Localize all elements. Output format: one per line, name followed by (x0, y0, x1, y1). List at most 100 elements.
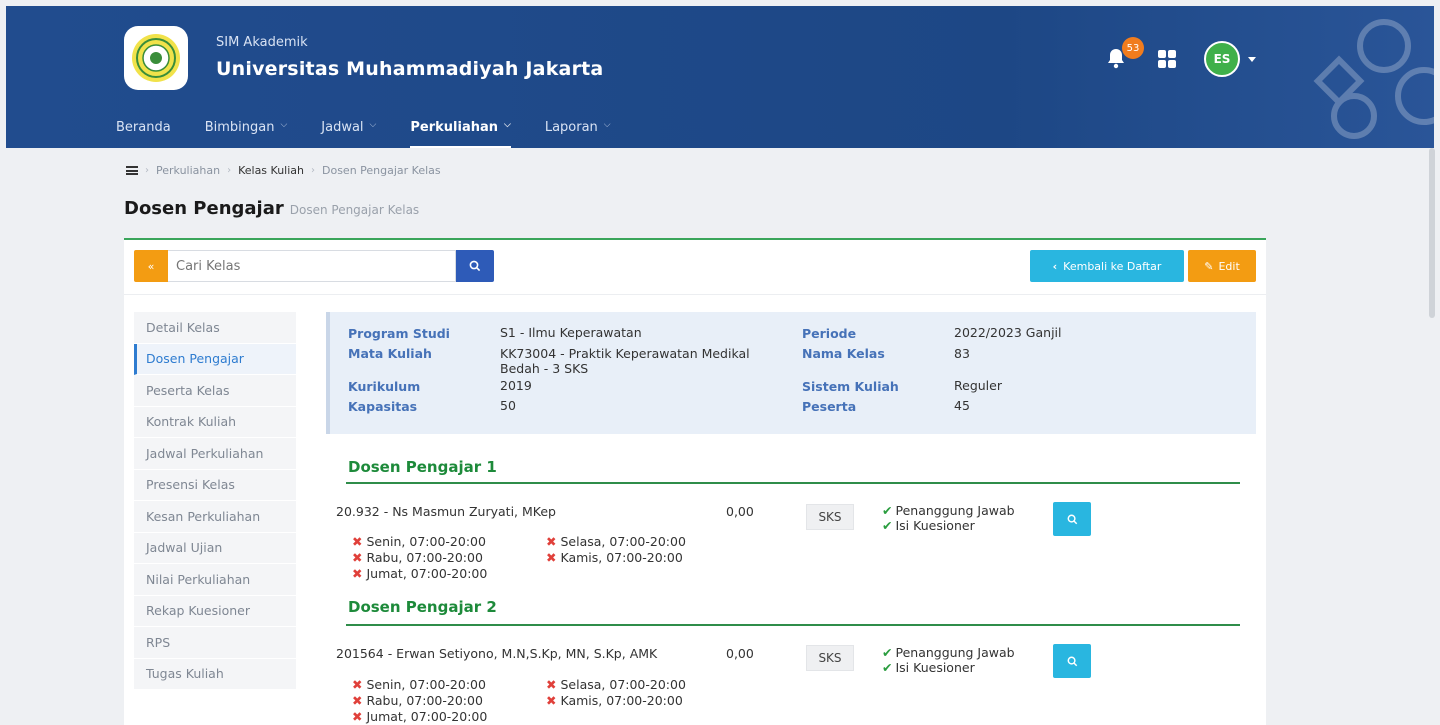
divider (124, 294, 1266, 295)
program-studi-value: S1 - Ilmu Keperawatan (500, 325, 642, 340)
lecturer-2-status: ✔ Penanggung Jawab ✔ Isi Kuesioner (882, 645, 1015, 675)
nama-kelas-label: Nama Kelas (802, 346, 885, 361)
search-icon (1067, 656, 1077, 666)
class-info-panel: Program Studi S1 - Ilmu Keperawatan Mata… (326, 312, 1256, 434)
sidemenu-kesan-perkuliahan[interactable]: Kesan Perkuliahan (134, 501, 296, 533)
search-button[interactable] (456, 250, 494, 282)
kapasitas-label: Kapasitas (348, 399, 418, 414)
chevron-down-icon: ⌵ (280, 120, 288, 130)
check-icon: ✔ (882, 645, 893, 660)
sidemenu-rekap-kuesioner[interactable]: Rekap Kuesioner (134, 595, 296, 627)
periode-value: 2022/2023 Ganjil (954, 325, 1062, 340)
search-icon (469, 260, 481, 272)
breadcrumb-separator: › (311, 165, 315, 176)
university-logo[interactable] (124, 26, 188, 90)
search-icon (1067, 514, 1077, 524)
mata-kuliah-value-line1: KK73004 - Praktik Keperawatan Medikal (500, 346, 750, 361)
cross-icon: ✖ (352, 709, 363, 724)
cross-icon: ✖ (546, 550, 557, 565)
hamburger-menu-icon[interactable] (126, 166, 138, 175)
chevron-down-icon: ⌵ (603, 120, 611, 130)
back-to-list-button[interactable]: ‹ Kembali ke Daftar (1030, 250, 1184, 282)
peserta-label: Peserta (802, 399, 857, 414)
lecturer-1-name: 20.932 - Ns Masmun Zuryati, MKep (336, 504, 556, 519)
nav-bimbingan[interactable]: Bimbingan ⌵ (205, 110, 288, 148)
chevron-down-icon: ⌵ (369, 120, 377, 130)
decorative-pattern (1313, 19, 1434, 139)
sidemenu-jadwal-ujian[interactable]: Jadwal Ujian (134, 532, 296, 564)
mata-kuliah-value-line2: Bedah - 3 SKS (500, 361, 589, 376)
kurikulum-value: 2019 (500, 378, 532, 393)
sidemenu-kontrak-kuliah[interactable]: Kontrak Kuliah (134, 406, 296, 438)
pencil-icon: ✎ (1204, 259, 1214, 273)
breadcrumb-separator: › (227, 165, 232, 176)
sidemenu-peserta-kelas[interactable]: Peserta Kelas (134, 375, 296, 407)
lecturer-1-divider (346, 482, 1240, 484)
lecturer-2-heading: Dosen Pengajar 2 (348, 598, 497, 616)
edit-button[interactable]: ✎ Edit (1188, 250, 1256, 282)
nav-laporan[interactable]: Laporan ⌵ (545, 110, 611, 148)
kurikulum-label: Kurikulum (348, 379, 421, 394)
lecturer-1-schedule-jumat: ✖ Jumat, 07:00-20:00 (352, 566, 488, 581)
lecturer-1-sks-label: SKS (806, 504, 854, 530)
page-title: Dosen Pengajar Dosen Pengajar Kelas (124, 198, 420, 219)
page-subtitle: Dosen Pengajar Kelas (289, 203, 420, 217)
content-card: « ‹ Kembali ke Daftar ✎ Edit Detail Kela… (124, 238, 1266, 725)
sistem-kuliah-label: Sistem Kuliah (802, 379, 899, 394)
sidemenu-tugas-kuliah[interactable]: Tugas Kuliah (134, 658, 296, 690)
app-subtitle: SIM Akademik (216, 35, 308, 50)
lecturer-1-schedule-selasa: ✖ Selasa, 07:00-20:00 (546, 534, 686, 549)
lecturer-2-view-button[interactable] (1053, 644, 1091, 678)
chevron-left-icon: ‹ (1052, 259, 1058, 273)
sidemenu-dosen-pengajar[interactable]: Dosen Pengajar (134, 343, 296, 375)
peserta-value: 45 (954, 398, 970, 413)
cross-icon: ✖ (352, 693, 363, 708)
sidemenu-rps[interactable]: RPS (134, 627, 296, 659)
cross-icon: ✖ (352, 534, 363, 549)
nama-kelas-value: 83 (954, 346, 970, 361)
sidemenu-jadwal-perkuliahan[interactable]: Jadwal Perkuliahan (134, 438, 296, 470)
check-icon: ✔ (882, 518, 893, 533)
check-icon: ✔ (882, 503, 893, 518)
lecturer-2-sks-value: 0,00 (726, 646, 754, 661)
lecturer-1-heading: Dosen Pengajar 1 (348, 458, 497, 476)
cross-icon: ✖ (352, 566, 363, 581)
nav-perkuliahan[interactable]: Perkuliahan ⌵ (410, 110, 512, 148)
breadcrumb-perkuliahan[interactable]: Perkuliahan (156, 164, 220, 177)
periode-label: Periode (802, 326, 857, 341)
top-header: SIM Akademik Universitas Muhammadiyah Ja… (6, 6, 1434, 148)
program-studi-label: Program Studi (348, 326, 450, 341)
cross-icon: ✖ (352, 677, 363, 692)
lecturer-2-schedule-jumat: ✖ Jumat, 07:00-20:00 (352, 709, 488, 724)
page-scrollbar[interactable] (1429, 148, 1435, 318)
sidemenu-presensi-kelas[interactable]: Presensi Kelas (134, 469, 296, 501)
sidemenu-detail-kelas[interactable]: Detail Kelas (134, 312, 296, 344)
chevron-down-icon: ⌵ (504, 120, 511, 130)
app-title: Universitas Muhammadiyah Jakarta (216, 58, 604, 80)
side-menu: Detail Kelas Dosen Pengajar Peserta Kela… (134, 312, 296, 690)
collapse-toggle-button[interactable]: « (134, 250, 168, 282)
lecturer-1-sks-value: 0,00 (726, 504, 754, 519)
mata-kuliah-label: Mata Kuliah (348, 346, 432, 361)
search-class-input[interactable] (168, 250, 456, 282)
nav-beranda[interactable]: Beranda (116, 110, 171, 148)
notification-button[interactable]: 53 (1106, 37, 1144, 71)
cross-icon: ✖ (352, 550, 363, 565)
user-avatar[interactable]: ES (1204, 41, 1240, 77)
lecturer-1-view-button[interactable] (1053, 502, 1091, 536)
lecturer-1-schedule-rabu: ✖ Rabu, 07:00-20:00 (352, 550, 483, 565)
cross-icon: ✖ (546, 677, 557, 692)
lecturer-2-sks-label: SKS (806, 645, 854, 671)
sistem-kuliah-value: Reguler (954, 378, 1002, 393)
chevron-down-icon[interactable] (1248, 56, 1256, 62)
apps-grid-icon[interactable] (1158, 50, 1176, 68)
check-icon: ✔ (882, 660, 893, 675)
lecturer-1-schedule-kamis: ✖ Kamis, 07:00-20:00 (546, 550, 683, 565)
lecturer-2-schedule-kamis: ✖ Kamis, 07:00-20:00 (546, 693, 683, 708)
sidemenu-nilai-perkuliahan[interactable]: Nilai Perkuliahan (134, 564, 296, 596)
breadcrumb-kelas-kuliah[interactable]: Kelas Kuliah (238, 164, 304, 177)
breadcrumb-current: Dosen Pengajar Kelas (322, 164, 441, 177)
breadcrumb-separator: › (145, 165, 149, 176)
nav-jadwal[interactable]: Jadwal ⌵ (321, 110, 376, 148)
lecturer-2-schedule-selasa: ✖ Selasa, 07:00-20:00 (546, 677, 686, 692)
